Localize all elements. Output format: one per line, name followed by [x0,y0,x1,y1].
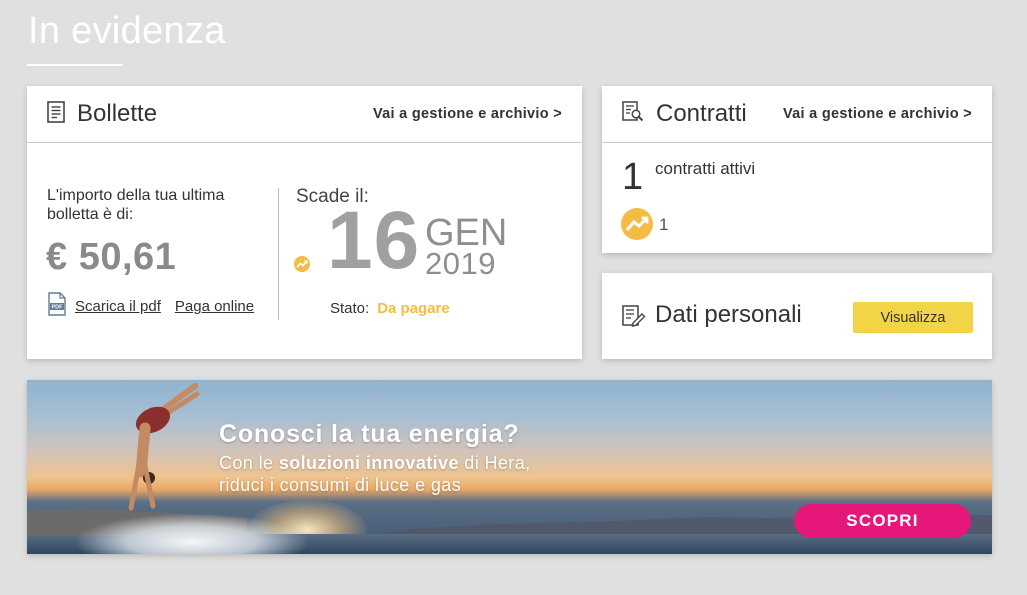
energy-trend-icon [294,256,310,277]
bollette-title: Bollette [77,100,158,127]
status-badge: Da pagare [377,300,450,317]
status-label: Stato: [330,300,370,317]
banner-sub-suffix: di Hera, [464,453,531,473]
download-pdf-link[interactable]: Scarica il pdf [75,298,161,315]
energy-trend-icon [621,208,653,245]
contract-search-icon [622,100,644,128]
bollette-header: Bollette Vai a gestione e archivio > [27,86,582,143]
page-title: In evidenza [28,10,226,52]
banner-headline: Conosci la tua energia? [219,420,520,448]
banner-wave [77,514,307,554]
discover-button[interactable]: SCOPRI [794,504,971,538]
banner-sub-bold: soluzioni innovative [278,453,459,473]
bill-amount: € 50,61 [46,236,177,278]
banner-subtitle: Con le soluzioni innovative di Hera, rid… [219,452,531,496]
handstand-person-image [128,383,200,511]
bollette-archive-link[interactable]: Vai a gestione e archivio > [373,106,562,122]
status-row: Stato: Da pagare [330,300,450,317]
contratti-archive-link[interactable]: Vai a gestione e archivio > [783,106,972,122]
contratti-header: Contratti Vai a gestione e archivio > [602,86,992,143]
contratti-card: Contratti Vai a gestione e archivio > 1 … [602,86,992,253]
document-icon [47,100,65,128]
promo-banner[interactable]: Conosci la tua energia? Con le soluzioni… [27,380,992,554]
edit-document-icon [622,305,646,332]
pdf-file-icon: PDF [47,292,67,321]
contracts-label: contratti attivi [655,159,756,178]
energy-contracts-count: 1 [659,215,669,234]
contracts-count: 1 [622,156,644,198]
bollette-intro: L'importo della tua ultima bolletta è di… [47,187,225,223]
dati-personali-title: Dati personali [655,301,802,328]
banner-sub-line2: riduci i consumi di luce e gas [219,475,462,495]
pay-online-link[interactable]: Paga online [175,298,254,315]
title-underline [27,64,123,66]
bollette-card: Bollette Vai a gestione e archivio > L'i… [27,86,582,359]
view-profile-button[interactable]: Visualizza [853,302,973,333]
banner-sub-prefix: Con le [219,453,274,473]
contratti-title: Contratti [656,100,747,127]
svg-text:PDF: PDF [52,305,64,311]
dati-personali-card: Dati personali Visualizza [602,273,992,359]
vertical-divider [278,188,279,320]
due-year: 2019 [425,246,496,281]
due-day: 16 [327,195,421,286]
